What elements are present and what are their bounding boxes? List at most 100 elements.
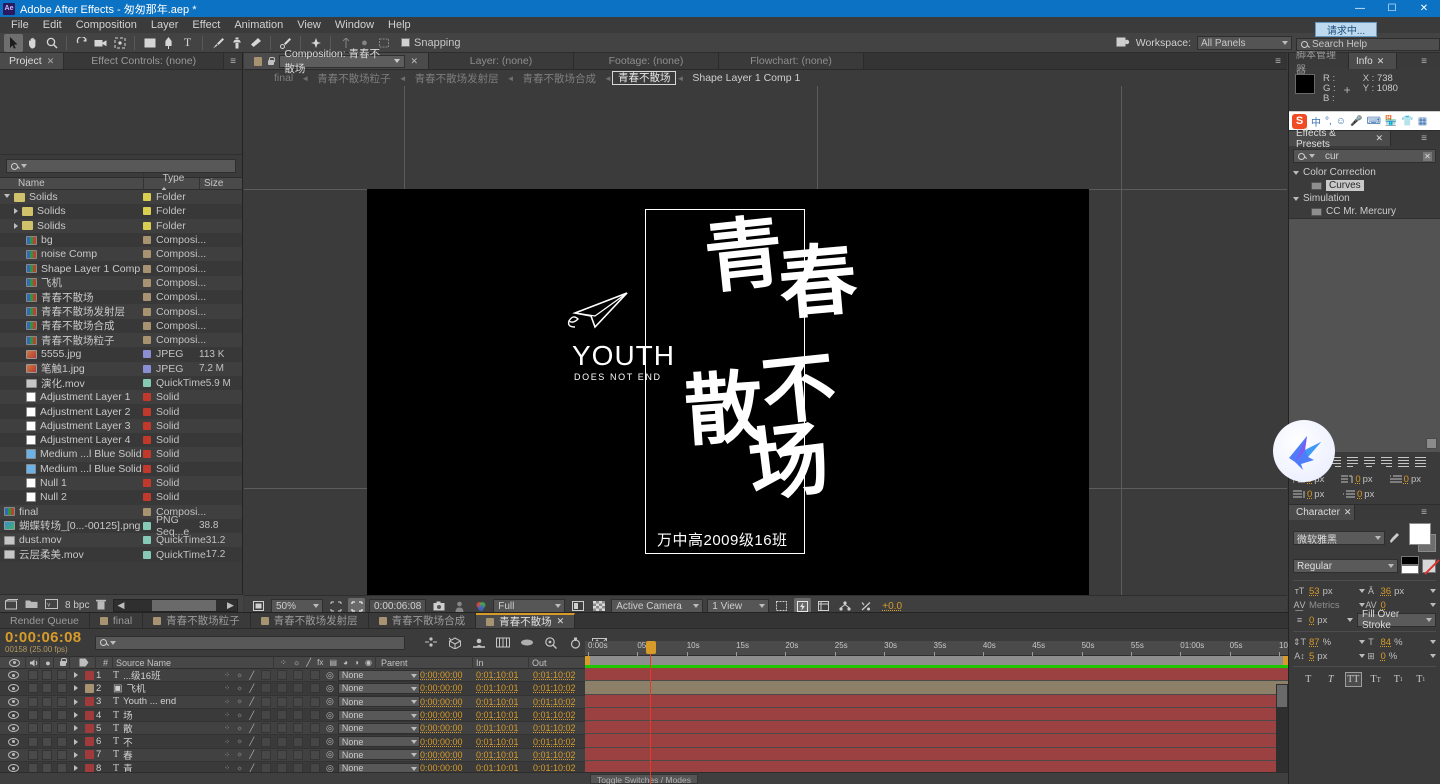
lock-icon[interactable] — [267, 56, 276, 66]
layer-audio-toggle[interactable] — [26, 708, 40, 721]
rectangle-tool-icon[interactable] — [140, 34, 159, 52]
ime-keyboard-icon[interactable]: ⌨ — [1366, 116, 1380, 127]
zoom-tool-icon[interactable] — [42, 34, 61, 52]
superscript-button[interactable]: T1 — [1390, 672, 1407, 687]
layer-bar-row[interactable] — [585, 681, 1288, 695]
motion-blur-toggle-icon[interactable] — [293, 736, 304, 747]
project-item-row[interactable]: Adjustment Layer 3 Solid — [0, 418, 242, 434]
live-update-icon[interactable] — [423, 635, 439, 650]
layer-duration[interactable]: 0:01:10:02 — [533, 722, 593, 735]
effects-group-simulation[interactable]: Simulation — [1289, 192, 1440, 205]
layer-out-point[interactable]: 0:01:10:01 — [476, 735, 533, 748]
justify-last-right-button[interactable] — [1378, 456, 1394, 470]
close-icon[interactable]: ✕ — [47, 56, 55, 67]
brainstorm-icon[interactable] — [567, 635, 583, 650]
panel-menu-icon[interactable]: ≡ — [224, 53, 242, 69]
hand-tool-icon[interactable] — [23, 34, 42, 52]
pan-behind-tool-icon[interactable] — [110, 34, 129, 52]
parent-select[interactable]: None — [337, 682, 420, 694]
source-name-header[interactable]: Source Name — [113, 656, 274, 669]
three-d-toggle-icon[interactable] — [309, 710, 320, 721]
shy-toggle-icon[interactable]: ⁘ — [224, 698, 230, 706]
layer-label-color[interactable] — [82, 722, 96, 735]
close-icon[interactable]: ✕ — [1377, 56, 1385, 67]
menu-composition[interactable]: Composition — [69, 17, 144, 33]
pen-tool-icon[interactable] — [159, 34, 178, 52]
layer-solo-toggle[interactable] — [40, 695, 54, 708]
chevron-down-icon[interactable] — [1430, 640, 1436, 644]
fx-toggle-icon[interactable] — [260, 683, 271, 694]
layer-in-point[interactable]: 0:00:00:00 — [420, 669, 476, 682]
layer-video-toggle[interactable] — [0, 722, 26, 735]
layer-source-name[interactable]: T Youth ... end — [113, 695, 221, 708]
collapse-toggle-icon[interactable]: ☼ — [236, 698, 242, 705]
pickwhip-icon[interactable]: ◎ — [326, 736, 334, 747]
layer-switches[interactable]: ⁘ ☼ ╱ — [221, 735, 323, 748]
fx-toggle-icon[interactable] — [260, 749, 271, 760]
layer-video-toggle[interactable] — [0, 695, 26, 708]
faux-bold-button[interactable]: T — [1300, 672, 1317, 687]
parent-select[interactable]: None — [337, 736, 420, 748]
parent-select[interactable]: None — [337, 696, 420, 708]
space-after-field[interactable]: 0 px — [1343, 489, 1391, 500]
motion-blur-toggle-icon[interactable] — [293, 670, 304, 681]
pickwhip-icon[interactable]: ◎ — [326, 749, 334, 760]
frame-blending-icon[interactable] — [495, 635, 511, 650]
layer-expand-triangle[interactable] — [70, 748, 82, 761]
chevron-down-icon[interactable] — [1430, 589, 1436, 593]
frame-blend-toggle-icon[interactable] — [276, 696, 287, 707]
layer-solo-toggle[interactable] — [40, 748, 54, 761]
fx-toggle-icon[interactable] — [260, 670, 271, 681]
breadcrumb-item[interactable]: Shape Layer 1 Comp 1 — [684, 72, 808, 84]
column-size[interactable]: Size — [199, 178, 242, 189]
project-item-row[interactable]: 笔触1.jpg JPEG 7.2 M — [0, 361, 242, 376]
eyedropper-icon[interactable] — [1388, 531, 1401, 545]
brush-tool-icon[interactable] — [208, 34, 227, 52]
bit-depth-label[interactable]: 8 bpc — [65, 600, 89, 611]
font-style-select[interactable]: Regular — [1293, 559, 1398, 573]
project-item-row[interactable]: 青春不散场 Composi... — [0, 290, 242, 305]
ime-punctuation-icon[interactable]: °, — [1325, 116, 1332, 127]
chevron-down-icon[interactable] — [1430, 654, 1436, 658]
layer-out-point[interactable]: 0:01:10:01 — [476, 669, 533, 682]
project-item-row[interactable]: Solids Folder — [0, 190, 242, 205]
layer-lock-toggle[interactable] — [54, 695, 70, 708]
layer-audio-toggle[interactable] — [26, 748, 40, 761]
project-item-row[interactable]: 青春不散场合成 Composi... — [0, 318, 242, 333]
layer-label-color[interactable] — [82, 708, 96, 721]
project-item-row[interactable]: 飞机 Composi... — [0, 275, 242, 291]
comp-name-select[interactable]: Composition: 青春不散场 — [279, 48, 406, 75]
layer-video-toggle[interactable] — [0, 669, 26, 682]
layer-label-color[interactable] — [82, 682, 96, 695]
layer-video-toggle[interactable] — [0, 682, 26, 695]
search-help-field[interactable]: Search Help — [1296, 38, 1440, 51]
pickwhip-icon[interactable]: ◎ — [326, 683, 334, 694]
fill-stroke-order-select[interactable]: Fill Over Stroke — [1357, 609, 1436, 631]
layer-switches[interactable]: ⁘ ☼ ╱ — [221, 708, 323, 721]
three-d-toggle-icon[interactable] — [309, 736, 320, 747]
project-item-row[interactable]: dust.mov QuickTime 31.2 — [0, 533, 242, 548]
frame-blend-toggle-icon[interactable] — [276, 723, 287, 734]
project-item-row[interactable]: Medium ...l Blue Solid 2 Solid — [0, 461, 242, 476]
collapse-toggle-icon[interactable]: ☼ — [236, 685, 242, 692]
timeline-vertical-scrollbar[interactable] — [1276, 684, 1288, 784]
menu-view[interactable]: View — [290, 17, 328, 33]
frame-blend-toggle-icon[interactable] — [276, 670, 287, 681]
menu-effect[interactable]: Effect — [185, 17, 227, 33]
pickwhip-icon[interactable]: ◎ — [326, 670, 334, 681]
collapse-toggle-icon[interactable]: ☼ — [236, 751, 242, 758]
motion-blur-icon[interactable] — [519, 635, 535, 650]
timeline-tab[interactable]: final — [89, 613, 144, 628]
layer-solo-toggle[interactable] — [40, 722, 54, 735]
layer-out-point[interactable]: 0:01:10:01 — [476, 722, 533, 735]
trash-icon[interactable] — [96, 599, 107, 613]
project-item-row[interactable]: Adjustment Layer 2 Solid — [0, 404, 242, 419]
breadcrumb-item[interactable]: 青春不散场发射层 — [407, 71, 507, 86]
tab-info[interactable]: Info ✕ — [1349, 53, 1397, 69]
shy-toggle-icon[interactable]: ⁘ — [224, 751, 230, 759]
collapse-toggle-icon[interactable]: ☼ — [236, 738, 242, 745]
layer-audio-toggle[interactable] — [26, 722, 40, 735]
timeline-tab[interactable]: 青春不散场 ✕ — [476, 613, 576, 628]
frame-blend-toggle-icon[interactable] — [276, 683, 287, 694]
color-depth-icon[interactable]: v — [45, 599, 58, 612]
